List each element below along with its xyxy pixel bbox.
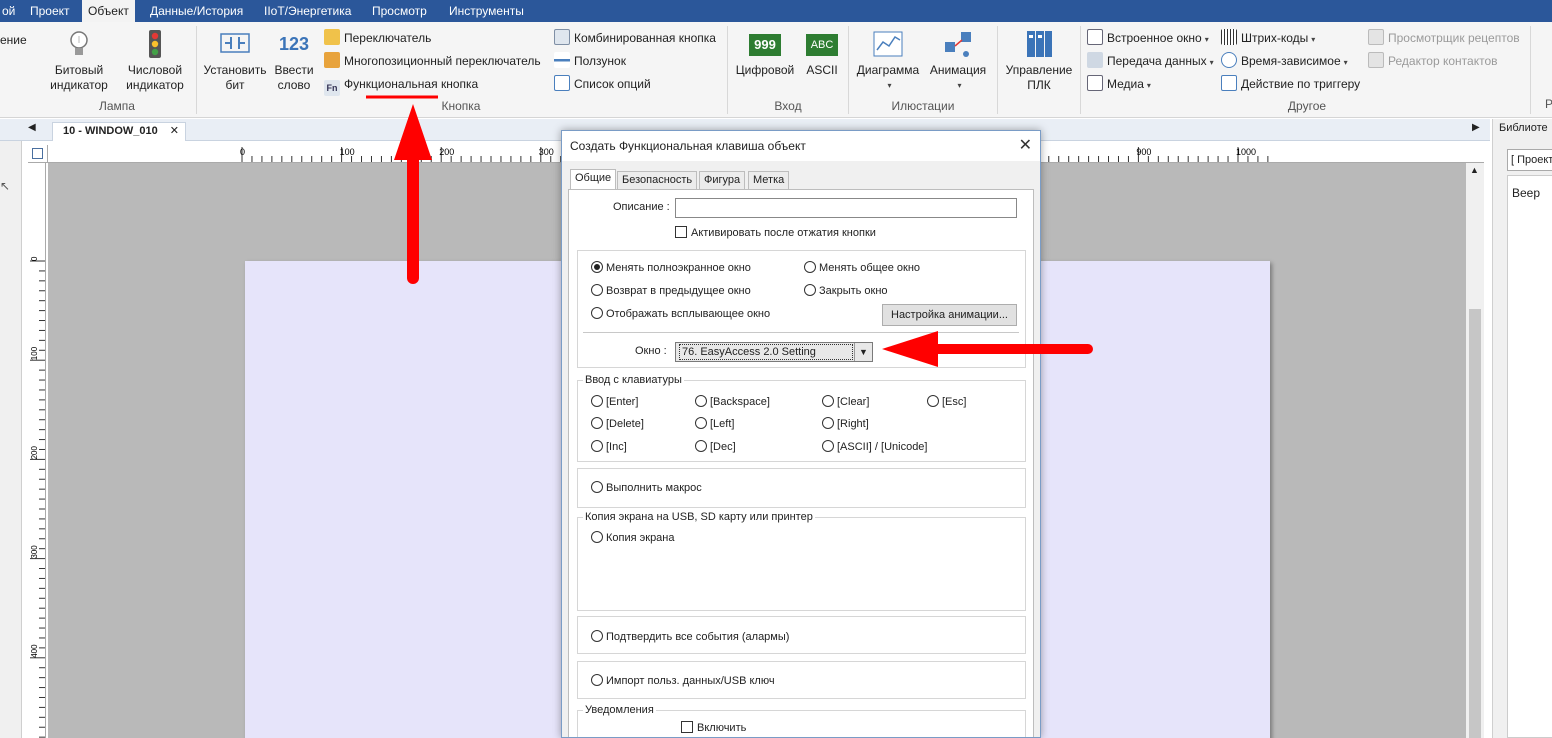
annotation-arrow-up xyxy=(394,104,432,284)
annotation-overlay xyxy=(366,95,1093,367)
annotation-arrow-left xyxy=(882,331,1093,367)
